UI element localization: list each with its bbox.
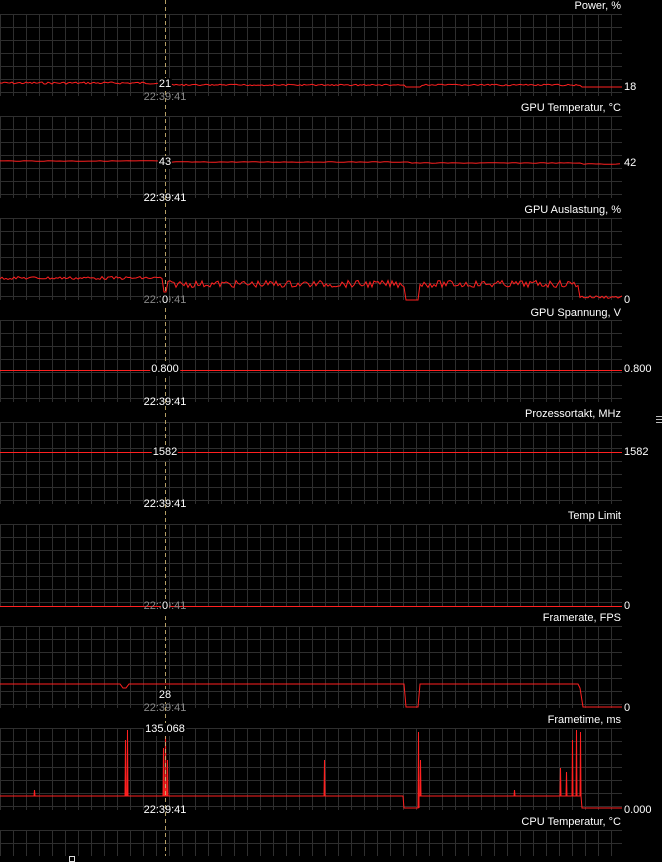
gpu-temp-current-value: 42 — [624, 157, 637, 169]
gpu-load-cursor-value: 0 — [160, 294, 170, 307]
power-panel-title: Power, % — [574, 0, 621, 12]
frametime-time-label: 22:39:41 — [143, 804, 187, 816]
scroll-thumb[interactable] — [69, 856, 75, 862]
gpu-voltage-time-label: 22:39:41 — [143, 396, 187, 408]
graph-canvas[interactable] — [0, 0, 662, 862]
gpu-load-panel-title: GPU Auslastung, % — [524, 204, 621, 216]
power-time-label: 22:39:41 — [143, 91, 187, 103]
core-clock-panel-title: Prozessortakt, MHz — [525, 408, 621, 420]
gpu-temp-trace — [0, 160, 621, 165]
gpu-temp-panel-title: GPU Temperatur, °C — [520, 102, 621, 114]
gpu-voltage-cursor-value: 0.800 — [150, 363, 180, 376]
temp-limit-cursor-value: 0 — [160, 600, 170, 613]
framerate-trace — [0, 683, 622, 708]
framerate-panel-title: Framerate, FPS — [542, 612, 621, 624]
frametime-cursor-value: 135.068 — [144, 723, 186, 736]
power-current-value: 18 — [624, 81, 637, 93]
gpu-voltage-panel-title: GPU Spannung, V — [530, 307, 621, 319]
frametime-current-value: 0.000 — [624, 804, 652, 816]
gpu-load-current-value: 0 — [624, 294, 631, 306]
core-clock-cursor-value: 1582 — [151, 446, 179, 459]
frametime-panel-title: Frametime, ms — [547, 714, 621, 726]
gpu-voltage-current-value: 0.800 — [624, 363, 652, 375]
bottom-scrollbar[interactable] — [0, 856, 662, 862]
framerate-cursor-value: 28 — [157, 689, 173, 702]
temp-limit-current-value: 0 — [624, 600, 631, 612]
gpu-temp-cursor-value: 43 — [157, 156, 173, 169]
resize-grip-icon[interactable] — [656, 414, 662, 424]
power-trace — [0, 81, 622, 88]
framerate-current-value: 0 — [624, 702, 631, 714]
cpu-temp-panel-title: CPU Temperatur, °C — [521, 816, 621, 828]
framerate-time-label: 22:39:41 — [143, 702, 187, 714]
hardware-monitor-graphs[interactable] — [0, 0, 662, 862]
temp-limit-panel-title: Temp Limit — [567, 510, 621, 522]
core-clock-time-label: 22:39:41 — [143, 498, 187, 510]
power-cursor-value: 21 — [157, 78, 173, 91]
core-clock-current-value: 1582 — [624, 446, 649, 458]
gpu-temp-time-label: 22:39:41 — [143, 192, 187, 204]
